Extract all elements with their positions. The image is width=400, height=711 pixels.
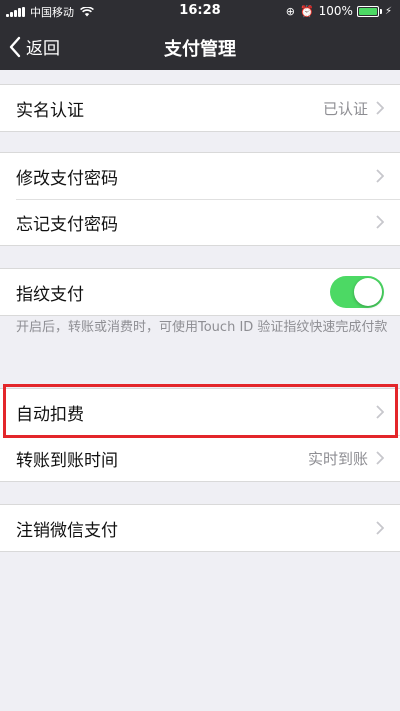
row-fingerprint: 指纹支付 [0,269,400,315]
toggle-knob [354,278,382,306]
fingerprint-hint: 开启后，转账或消费时，可使用Touch ID 验证指纹快速完成付款 [16,320,388,335]
alarm-icon: ⏰ [299,4,314,18]
chevron-right-icon [376,215,384,229]
row-label: 转账到账时间 [16,450,118,471]
row-right [376,505,384,551]
row-right [330,269,384,315]
group-password: 修改支付密码 忘记支付密码 [0,152,400,246]
chevron-right-icon [376,451,384,465]
row-forgot-password[interactable]: 忘记支付密码 [0,199,400,245]
status-right: ⊕ ⏰ 100% ⚡ [286,4,392,18]
row-change-password[interactable]: 修改支付密码 [0,153,400,199]
row-label: 实名认证 [16,100,84,121]
row-auto-deduct[interactable]: 自动扣费 [0,389,400,435]
row-label: 注销微信支付 [16,520,118,541]
lock-rotation-icon: ⊕ [285,4,295,18]
battery-fill [358,7,377,15]
group-payment: 自动扣费 转账到账时间 实时到账 [0,388,400,482]
group-close: 注销微信支付 [0,504,400,552]
page-title: 支付管理 [164,39,236,60]
battery-icon [356,5,379,17]
row-real-name[interactable]: 实名认证 已认证 [0,85,400,131]
chevron-right-icon [376,521,384,535]
battery-tip [379,8,382,14]
row-right [376,199,384,245]
row-right: 实时到账 [308,435,384,481]
chevron-right-icon [376,101,384,115]
charging-icon: ⚡ [384,5,392,17]
status-bar: 中国移动 16:28 ⊕ ⏰ 100% ⚡ [0,0,400,24]
transfer-time-value: 实时到账 [307,449,368,468]
chevron-right-icon [376,169,384,183]
group-fingerprint: 指纹支付 [0,268,400,316]
row-close-pay[interactable]: 注销微信支付 [0,505,400,551]
row-transfer-time[interactable]: 转账到账时间 实时到账 [0,435,400,481]
battery-percent: 100% [318,4,353,18]
row-label: 修改支付密码 [16,168,118,189]
row-label: 指纹支付 [16,284,84,305]
row-right [376,153,384,199]
fingerprint-toggle[interactable] [330,276,384,308]
row-right [376,389,384,435]
nav-bar: 返回 支付管理 [0,24,400,70]
group-identity: 实名认证 已认证 [0,84,400,132]
row-right: 已认证 [323,85,384,131]
row-label: 忘记支付密码 [16,214,118,235]
chevron-right-icon [376,405,384,419]
row-label: 自动扣费 [16,404,84,425]
real-name-status: 已认证 [322,99,368,118]
